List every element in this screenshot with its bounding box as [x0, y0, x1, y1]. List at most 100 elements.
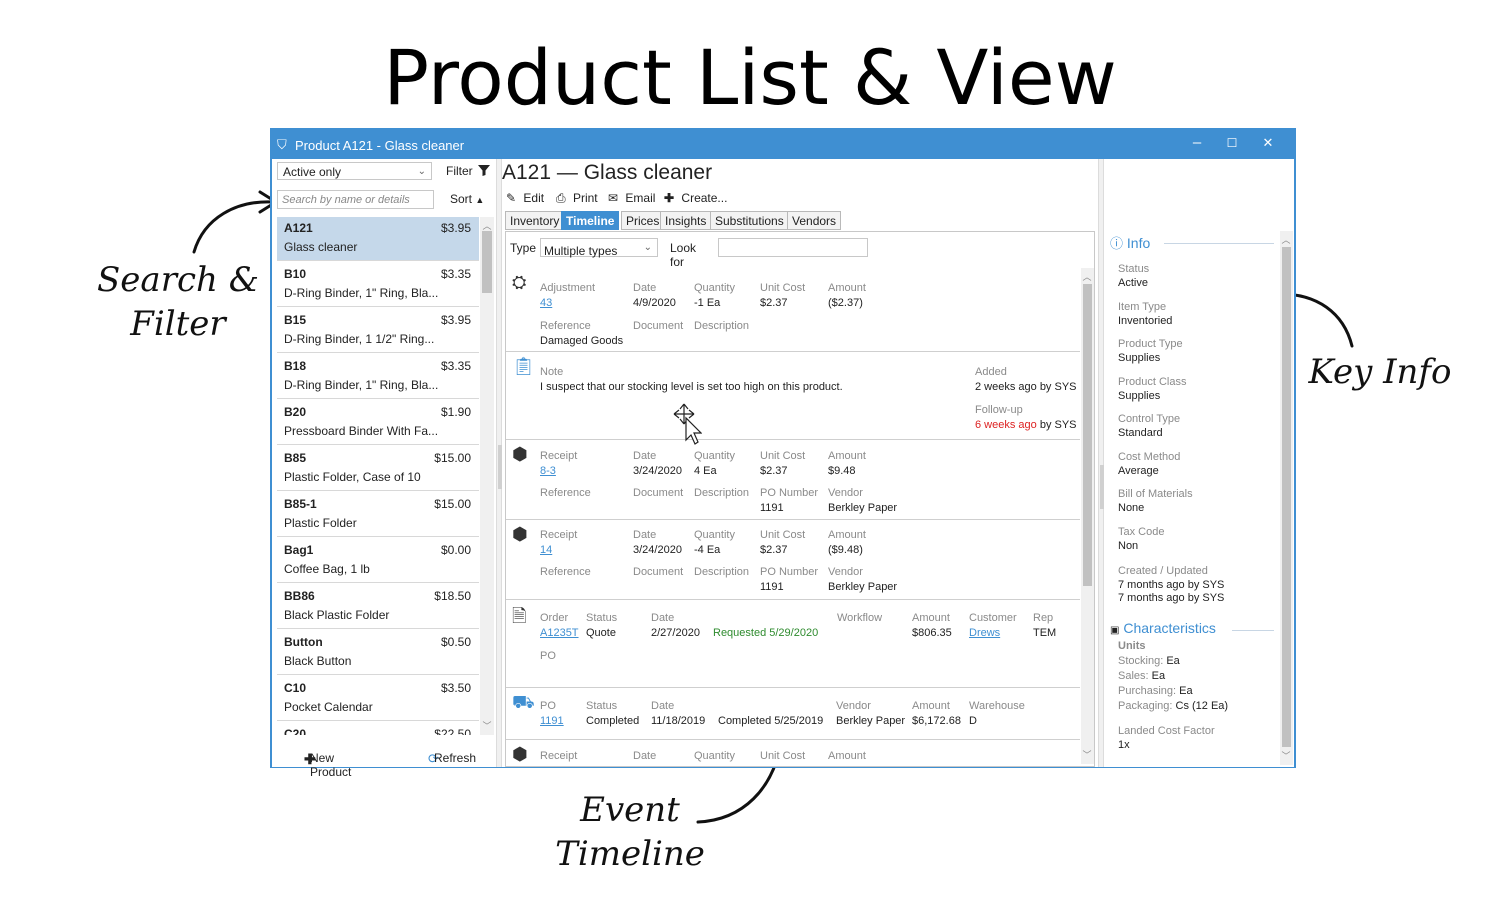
timeline-event-note[interactable]: 📋︎ Note I suspect that our stocking level… — [506, 352, 1080, 445]
event-number-link[interactable]: A1235T — [540, 627, 579, 639]
scroll-up-icon[interactable]: ︿ — [1280, 233, 1292, 246]
status-filter-select[interactable]: Active only ⌄ — [277, 162, 432, 180]
info-field-label: Control Type — [1118, 413, 1181, 425]
sort-button[interactable]: Sort ▲ — [450, 192, 484, 206]
status-label: Status — [586, 700, 618, 712]
product-price: $0.50 — [440, 635, 471, 649]
tab-inventory[interactable]: Inventory — [505, 211, 565, 230]
product-list-item[interactable]: Button $0.50 Black Button — [277, 631, 479, 675]
look-for-input[interactable] — [718, 238, 868, 257]
info-field-label: Status — [1118, 263, 1150, 275]
event-number-link[interactable]: 8-3 — [540, 465, 577, 477]
product-list-item[interactable]: B15 $3.95 D-Ring Binder, 1 1/2" Ring... — [277, 309, 479, 353]
timeline-event-po[interactable]: ⛟ PO 1191 Status Completed Date 11/18/2019 … — [506, 688, 1080, 740]
product-list-item[interactable]: BB86 $18.50 Black Plastic Folder — [277, 585, 479, 629]
followup-label: Follow-up — [975, 404, 1023, 416]
scroll-thumb[interactable] — [482, 231, 492, 293]
minimize-button[interactable]: – — [1182, 134, 1212, 151]
landed-value: 1x — [1118, 739, 1130, 751]
vendor-label: Vendor — [836, 700, 871, 712]
amount-label: Amount — [912, 612, 950, 624]
event-status-field: Status Completed — [586, 700, 639, 727]
search-input[interactable] — [277, 190, 434, 209]
timeline-event-receipt[interactable]: ⬢ Receipt Date Quantity Unit Cost Amount — [506, 740, 1080, 764]
product-list-item[interactable]: C10 $3.50 Pocket Calendar — [277, 677, 479, 721]
timeline-scrollbar[interactable]: ︿ ﹀ — [1081, 268, 1094, 764]
scroll-up-icon[interactable]: ︿ — [1081, 270, 1093, 283]
event-kind: Adjustment — [540, 282, 596, 294]
info-divider — [1164, 243, 1274, 244]
filter-button[interactable]: Filter — [446, 164, 491, 178]
event-amount-field: Amount $9.48 — [828, 450, 866, 477]
product-list-item[interactable]: C20 $22.50 — [277, 723, 479, 735]
callout-search-filter: Search & Filter — [88, 258, 268, 346]
info-field-value: Average — [1118, 464, 1159, 477]
event-number-link[interactable]: 43 — [540, 297, 595, 309]
info-field: Tax Code Non — [1118, 526, 1164, 552]
info-field-created: Created / Updated 7 months ago by SYS 7 … — [1118, 565, 1224, 604]
event-kind-field: Receipt 14 — [540, 529, 577, 556]
characteristics-heading: Characteristics — [1123, 620, 1216, 636]
doc-label: Document — [633, 566, 684, 578]
event-number-link[interactable]: 14 — [540, 544, 577, 556]
ref-value: Damaged Goods — [540, 335, 624, 347]
event-po-field: PO — [540, 650, 556, 662]
package-icon: ⬢ — [512, 744, 528, 764]
scroll-thumb[interactable] — [1282, 247, 1291, 747]
product-list-item[interactable]: B18 $3.35 D-Ring Binder, 1" Ring, Bla... — [277, 355, 479, 399]
timeline-event-adjustment[interactable]: ⛭ Adjustment 43 Date 4/9/2020 Quantity -1 E… — [506, 268, 1080, 352]
product-list-item[interactable]: B85 $15.00 Plastic Folder, Case of 10 — [277, 447, 479, 491]
title-bar: ⛉ Product A121 - Glass cleaner – ☐ ✕ — [271, 129, 1295, 159]
timeline-event-receipt[interactable]: ⬢ Receipt 14 Date 3/24/2020 Quantity -4 Ea … — [506, 520, 1080, 600]
create-button[interactable]: ✚ Create... — [664, 191, 727, 205]
maximize-button[interactable]: ☐ — [1217, 136, 1247, 150]
event-kind: Receipt — [540, 529, 578, 541]
info-field-value: Active — [1118, 277, 1148, 289]
amount-value: $806.35 — [912, 627, 952, 639]
po-label: PO — [540, 650, 556, 662]
product-list-scrollbar[interactable]: ︿ ﹀ — [480, 217, 494, 735]
product-list-item[interactable]: Bag1 $0.00 Coffee Bag, 1 lb — [277, 539, 479, 583]
sort-ascending-icon: ▲ — [475, 195, 485, 205]
info-field-label: Product Class — [1118, 375, 1187, 388]
tab-vendors[interactable]: Vendors — [787, 211, 842, 230]
print-button[interactable]: ⎙ Print — [556, 191, 598, 206]
scroll-down-icon[interactable]: ﹀ — [481, 719, 493, 732]
po-value: 1191 — [760, 581, 784, 593]
tab-substitutions[interactable]: Substitutions — [710, 211, 789, 230]
product-list-item[interactable]: B10 $3.35 D-Ring Binder, 1" Ring, Bla... — [277, 263, 479, 307]
followup-value: 6 weeks ago by SYS — [975, 419, 1077, 431]
edit-button[interactable]: ✎ Edit — [506, 191, 544, 205]
vendor-value: Berkley Paper — [828, 581, 898, 593]
product-list-item[interactable]: A121 $3.95 Glass cleaner — [277, 217, 479, 261]
event-qty-field: Quantity — [694, 750, 735, 762]
amount-label: Amount — [912, 700, 950, 712]
callout-event-timeline: Event Timeline — [550, 788, 710, 876]
product-code: C20 — [284, 727, 307, 735]
product-list-item[interactable]: B20 $1.90 Pressboard Binder With Fa... — [277, 401, 479, 445]
type-select[interactable]: Multiple types ⌄ — [540, 238, 658, 258]
product-list-item[interactable]: B85-1 $15.00 Plastic Folder — [277, 493, 479, 537]
tab-prices[interactable]: Prices — [621, 211, 665, 230]
warehouse-value: D — [969, 715, 977, 727]
info-field-value: Supplies — [1118, 389, 1161, 402]
doc-label: Document — [633, 487, 684, 499]
qty-label: Quantity — [694, 529, 735, 541]
scroll-down-icon[interactable]: ﹀ — [1081, 748, 1093, 761]
event-number-link[interactable]: 1191 — [540, 715, 564, 727]
tab-insights[interactable]: Insights — [660, 211, 712, 230]
ref-label: Reference — [540, 320, 591, 332]
timeline-event-receipt[interactable]: ⬢ Receipt 8-3 Date 3/24/2020 Quantity 4 Ea … — [506, 440, 1080, 520]
close-button[interactable]: ✕ — [1253, 135, 1283, 151]
scroll-down-icon[interactable]: ﹀ — [1280, 749, 1292, 762]
event-kind-field: Order A1235T — [540, 612, 579, 639]
chevron-down-icon: ⌄ — [417, 166, 426, 177]
email-button[interactable]: ✉ Email — [608, 191, 655, 205]
event-vendor-field: Vendor Berkley Paper — [828, 566, 897, 593]
event-workflow-field: Completed 5/25/2019 — [718, 700, 823, 727]
tab-timeline[interactable]: Timeline — [561, 211, 620, 230]
customer-link[interactable]: Drews — [969, 627, 1017, 639]
scroll-thumb[interactable] — [1083, 284, 1092, 586]
timeline-event-order[interactable]: 🗎︎ Order A1235T Status Quote Date 2/27/2020… — [506, 600, 1080, 688]
info-scrollbar[interactable]: ︿ ﹀ — [1280, 231, 1293, 765]
